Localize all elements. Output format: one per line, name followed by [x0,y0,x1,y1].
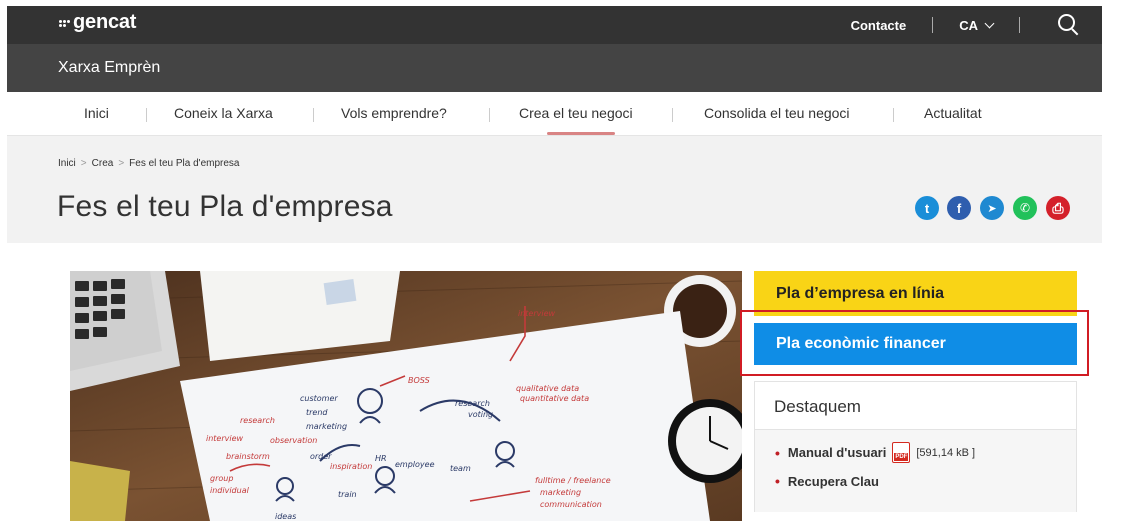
gencat-logo[interactable]: gencat [59,11,136,34]
photo-note: employee [395,460,435,469]
nav-item-vols-emprendre[interactable]: Vols emprendre? [341,105,447,121]
business-plan-photo: BOSS customer trend marketing interview … [70,271,742,521]
nav-divider [893,108,894,122]
photo-note: qualitative data [516,384,579,393]
photo-note: marketing [540,488,581,497]
photo-note: research [455,399,490,408]
nav-item-actualitat[interactable]: Actualitat [924,105,982,121]
logo-text: gencat [73,11,137,33]
facebook-icon[interactable]: f [947,196,971,220]
nav-item-coneix-la-xarxa[interactable]: Coneix la Xarxa [174,105,273,121]
photo-note: brainstorm [226,452,270,461]
online-business-plan-label: Pla d’empresa en línia [776,285,945,302]
photo-note: BOSS [408,376,430,385]
photo-note: team [450,464,471,473]
logo-dots-icon [59,20,70,27]
contact-link[interactable]: Contacte [851,18,907,33]
photo-note: customer [300,394,338,403]
breadcrumb-item-crea[interactable]: Crea [92,158,114,169]
language-selector[interactable]: CA [959,17,995,33]
photo-note: interview [518,309,556,318]
search-icon[interactable] [1046,6,1086,44]
photo-note: order [310,452,332,461]
chevron-down-icon [984,18,995,28]
active-nav-indicator [547,132,615,135]
featured-panel: Destaquem • Manual d'usuari PDF [591,14 … [754,381,1077,512]
featured-title: Destaquem [774,397,861,416]
print-icon[interactable]: ⎙ [1046,196,1070,220]
breadcrumb-item-inici[interactable]: Inici [58,158,76,169]
page-header: Inici > Crea > Fes el teu Pla d'empresa … [7,136,1102,243]
language-label: CA [959,17,978,33]
featured-link-recupera-clau[interactable]: • Recupera Clau [775,473,879,489]
nav-item-inici[interactable]: Inici [84,105,109,121]
nav-divider [489,108,490,122]
featured-header: Destaquem [755,382,1076,430]
breadcrumb: Inici > Crea > Fes el teu Pla d'empresa [58,158,239,169]
main-nav: Inici Coneix la Xarxa Vols emprendre? Cr… [7,92,1102,136]
whatsapp-icon[interactable]: ✆ [1013,196,1037,220]
telegram-icon[interactable]: ➤ [980,196,1004,220]
top-right-menu: Contacte CA [851,6,1102,44]
pdf-icon: PDF [892,442,911,463]
photo-note: voting [468,410,493,419]
breadcrumb-separator: > [80,158,87,169]
top-bar: gencat Contacte CA [7,6,1102,44]
site-bar: Xarxa Emprèn [7,44,1102,92]
photo-note: marketing [306,422,347,431]
breadcrumb-separator: > [118,158,125,169]
file-size: [591,14 kB ] [916,446,976,459]
site-title[interactable]: Xarxa Emprèn [58,59,160,77]
financial-plan-label: Pla econòmic financer [776,335,946,352]
photo-note: ideas [275,512,296,521]
photo-note: quantitative data [520,394,589,403]
bullet: • [775,473,780,489]
twitter-icon[interactable]: t [915,196,939,220]
featured-list: • Manual d'usuari PDF [591,14 kB ] • Rec… [755,430,1076,512]
photo-note: trend [306,408,328,417]
page-title: Fes el teu Pla d'empresa [57,190,393,223]
nav-divider [672,108,673,122]
photo-note: inspiration [330,462,372,471]
featured-link-label[interactable]: Manual d'usuari [788,445,886,460]
photo-note: fulltime / freelance [535,476,611,485]
breadcrumb-item-current: Fes el teu Pla d'empresa [129,158,240,169]
photo-note: observation [270,436,317,445]
photo-note: interview [206,434,244,443]
divider [1019,17,1020,33]
nav-item-consolida-el-teu-negoci[interactable]: Consolida el teu negoci [704,105,850,121]
photo-note: research [240,416,275,425]
photo-note: communication [540,500,602,509]
photo-note: individual [210,486,250,495]
photo-note: group [210,474,233,483]
bullet: • [775,444,780,461]
financial-plan-button[interactable]: Pla econòmic financer [754,323,1077,365]
divider [932,17,934,33]
featured-link-manual[interactable]: • Manual d'usuari PDF [591,14 kB ] [775,442,975,463]
nav-divider [146,108,147,122]
featured-link-label[interactable]: Recupera Clau [788,474,879,489]
photo-note: train [338,490,357,499]
photo-note: HR [375,454,387,463]
pdf-label: PDF [894,453,909,461]
nav-divider [313,108,314,122]
nav-item-crea-el-teu-negoci[interactable]: Crea el teu negoci [519,105,633,121]
